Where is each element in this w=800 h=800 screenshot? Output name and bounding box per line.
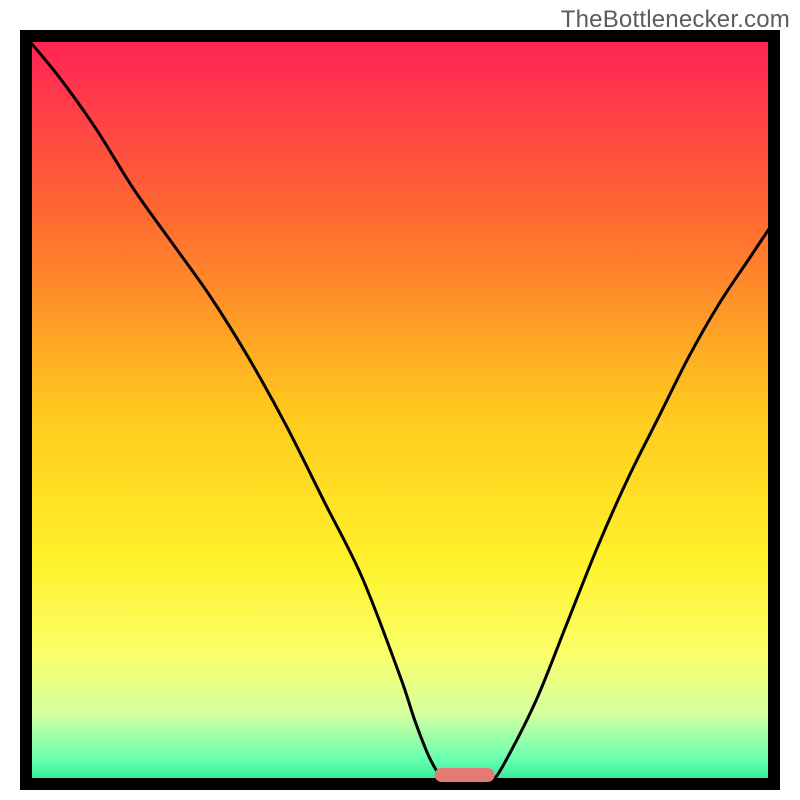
watermark-text: TheBottlenecker.com bbox=[561, 6, 790, 34]
plot-frame bbox=[20, 30, 780, 790]
chart-container: TheBottlenecker.com bbox=[0, 0, 800, 800]
optimal-marker bbox=[434, 768, 495, 782]
gradient-rect bbox=[20, 30, 780, 790]
plot-background bbox=[20, 30, 780, 790]
